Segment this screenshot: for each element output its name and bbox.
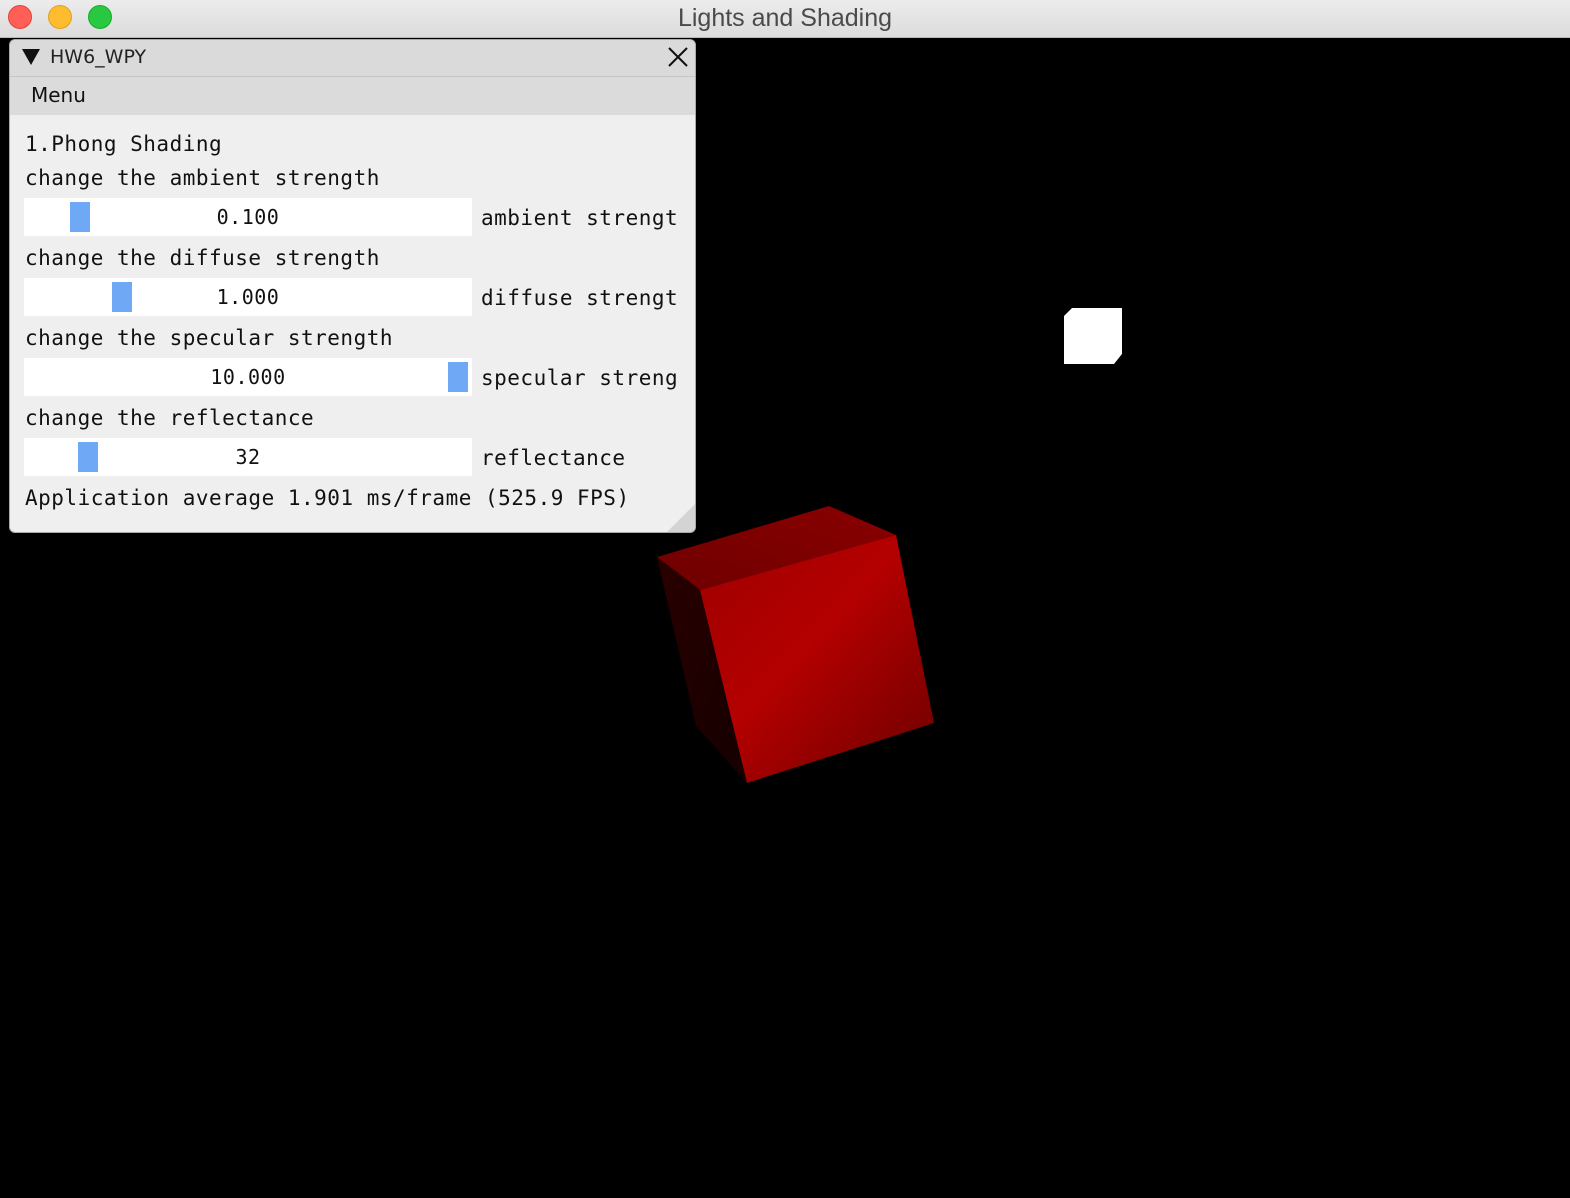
ambient-value: 0.100 [216, 205, 280, 229]
red-cube [657, 506, 934, 783]
specular-prompt: change the specular strength [25, 326, 394, 350]
collapse-arrow-icon[interactable] [22, 49, 40, 65]
specular-value: 10.000 [210, 365, 286, 389]
resize-grip[interactable] [667, 504, 695, 532]
reflectance-label: reflectance [481, 446, 626, 470]
panel-title: HW6_WPY [50, 46, 147, 68]
menu-bar: Menu [10, 77, 695, 115]
reflectance-slider[interactable]: 32 [24, 438, 472, 476]
section-title: 1.Phong Shading [25, 132, 223, 156]
diffuse-prompt: change the diffuse strength [25, 246, 380, 270]
diffuse-value: 1.000 [216, 285, 280, 309]
panel-title-bar[interactable]: HW6_WPY [10, 40, 695, 77]
title-bar: Lights and Shading [0, 0, 1570, 38]
reflectance-value: 32 [235, 445, 261, 469]
ambient-label: ambient strengt [481, 206, 679, 230]
ambient-slider[interactable]: 0.100 [24, 198, 472, 236]
app-window: Lights and Shading HW6_WPY Menu 1.Phong … [0, 0, 1570, 1198]
close-icon[interactable] [667, 46, 689, 68]
specular-label: specular streng [481, 366, 679, 390]
specular-slider[interactable]: 10.000 [24, 358, 472, 396]
light-source-cube [1064, 308, 1122, 364]
window-title: Lights and Shading [677, 4, 893, 32]
fps-readout: Application average 1.901 ms/frame (525.… [25, 486, 630, 510]
reflectance-prompt: change the reflectance [25, 406, 315, 430]
menu-button[interactable]: Menu [31, 83, 86, 107]
imgui-panel[interactable]: HW6_WPY Menu 1.Phong Shading change the … [9, 39, 696, 533]
ambient-prompt: change the ambient strength [25, 166, 380, 190]
diffuse-slider[interactable]: 1.000 [24, 278, 472, 316]
diffuse-label: diffuse strengt [481, 286, 679, 310]
